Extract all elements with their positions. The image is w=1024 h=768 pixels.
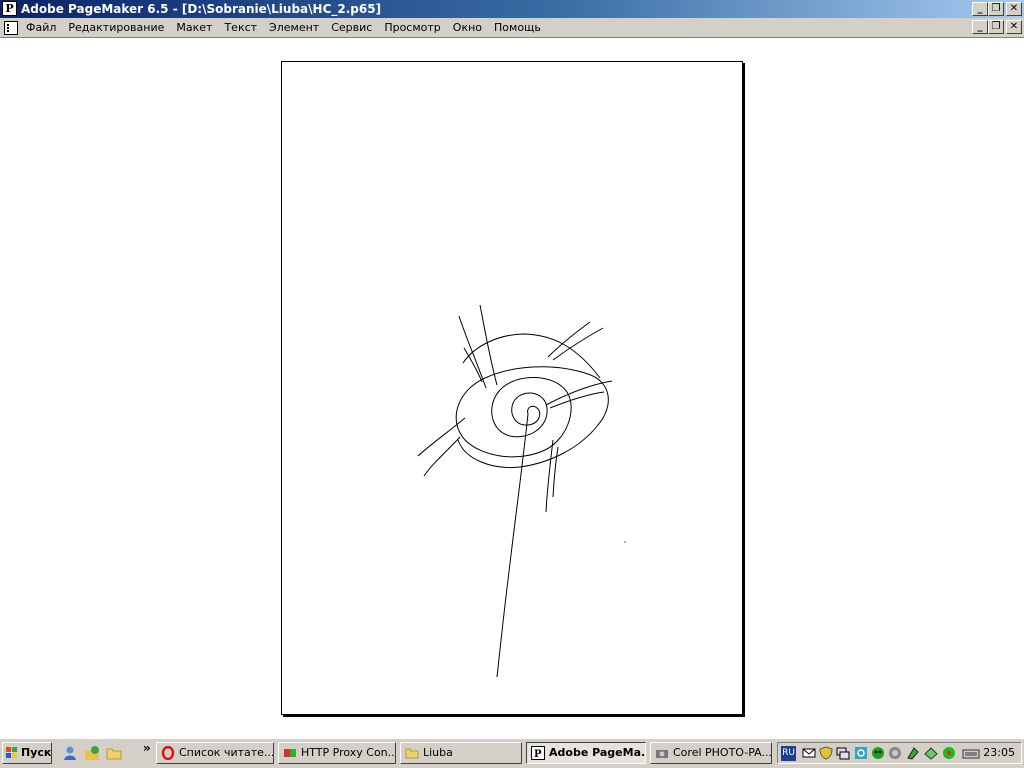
folder-icon	[405, 748, 419, 759]
clock: 23:05	[983, 746, 1015, 759]
messenger-icon[interactable]	[62, 745, 78, 761]
task-pagemaker[interactable]: P Adobe PageMa...	[526, 742, 646, 764]
shield-icon[interactable]	[819, 746, 833, 760]
spiral-line	[455, 366, 609, 469]
camera-icon	[656, 750, 668, 758]
explorer-icon[interactable]	[84, 745, 100, 761]
language-indicator[interactable]: RU	[781, 746, 796, 761]
taskbar: Пуск » Список читате... HTTP Proxy Con..…	[0, 738, 1024, 768]
task-label: HTTP Proxy Con...	[301, 746, 396, 759]
quick-launch-chevron[interactable]: »	[143, 741, 151, 755]
proxy-icon	[284, 749, 296, 757]
folder-icon[interactable]	[106, 745, 122, 761]
icq-icon[interactable]	[942, 746, 956, 760]
task-liuba-folder[interactable]: Liuba	[400, 742, 522, 764]
task-label: Список читате...	[179, 746, 274, 759]
svg-text:P: P	[534, 749, 542, 760]
flower-drawing[interactable]	[0, 0, 1024, 768]
mail-icon[interactable]	[802, 746, 816, 760]
network2-icon[interactable]	[924, 746, 938, 760]
task-opera[interactable]: Список читате...	[156, 742, 274, 764]
task-label: Corel PHOTO-PA...	[673, 746, 772, 759]
opera-icon	[161, 746, 175, 760]
task-label: Adobe PageMa...	[549, 746, 646, 759]
start-label: Пуск	[21, 746, 52, 759]
windows-flag-icon	[6, 747, 18, 759]
volume-icon[interactable]	[888, 746, 902, 760]
task-corel-photo-paint[interactable]: Corel PHOTO-PA...	[650, 742, 772, 764]
speck	[624, 541, 626, 543]
globe-icon[interactable]	[871, 746, 885, 760]
antivirus-icon[interactable]	[906, 746, 920, 760]
keyboard-icon[interactable]	[962, 746, 980, 760]
sync-icon[interactable]	[854, 746, 868, 760]
stem-line	[496, 413, 529, 678]
task-label: Liuba	[423, 746, 453, 759]
network-icon[interactable]	[836, 746, 850, 760]
start-button[interactable]: Пуск	[2, 742, 52, 764]
pagemaker-icon: P	[531, 746, 545, 760]
system-tray: RU 23:05	[777, 742, 1022, 764]
task-http-proxy[interactable]: HTTP Proxy Con...	[278, 742, 396, 764]
